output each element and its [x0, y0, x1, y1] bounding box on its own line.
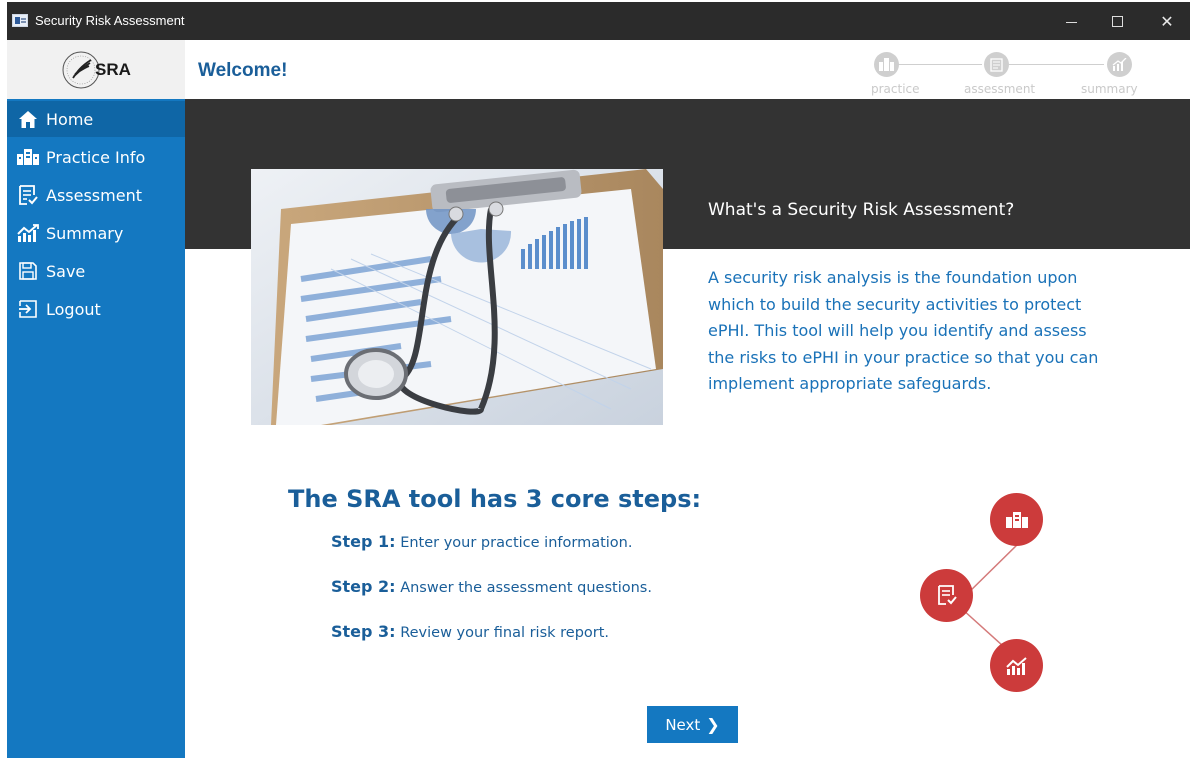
logout-icon: [17, 298, 39, 320]
sidebar-item-home[interactable]: Home: [7, 101, 185, 137]
window-title: Security Risk Assessment: [35, 13, 185, 28]
step-item: Step 2: Answer the assessment questions.: [331, 577, 652, 596]
step-number: Step 2:: [331, 577, 396, 596]
sidebar-item-label: Practice Info: [46, 147, 146, 167]
step-item: Step 1: Enter your practice information.: [331, 532, 632, 551]
progress-step-summary: [1107, 52, 1132, 77]
progress-connector: [897, 64, 982, 65]
sra-logo: SRA: [7, 40, 185, 99]
chart-icon: [1112, 58, 1127, 71]
next-button[interactable]: Next ❯: [647, 706, 738, 743]
sidebar-item-label: Logout: [46, 299, 101, 319]
page-title: Welcome!: [198, 60, 288, 81]
app-icon: [12, 14, 28, 27]
close-button[interactable]: ✕: [1144, 2, 1190, 40]
sidebar: Home Practice Info Assessment Summary Sa…: [7, 99, 185, 758]
step-text: Enter your practice information.: [400, 535, 633, 551]
step-number: Step 1:: [331, 532, 396, 551]
progress-step-assessment: [984, 52, 1009, 77]
sidebar-item-label: Save: [46, 261, 86, 281]
step-circle-summary: [990, 639, 1043, 692]
header: SRA Welcome! practice assessment summary: [7, 40, 1190, 99]
close-icon: ✕: [1160, 11, 1174, 31]
checklist-icon: [17, 184, 39, 206]
step-item: Step 3: Review your final risk report.: [331, 622, 609, 641]
chevron-right-icon: ❯: [706, 715, 720, 734]
sidebar-item-label: Home: [46, 109, 94, 129]
title-bar: Security Risk Assessment ✕: [7, 2, 1190, 40]
sidebar-item-summary[interactable]: Summary: [7, 215, 185, 251]
step-circle-assessment: [920, 569, 973, 622]
progress-label-summary: summary: [1081, 82, 1138, 96]
maximize-icon: [1111, 15, 1123, 27]
checklist-icon: [937, 585, 957, 605]
progress-tracker: practice assessment summary: [857, 48, 1157, 98]
sidebar-item-save[interactable]: Save: [7, 253, 185, 289]
app-window: Security Risk Assessment ✕ SRA Welcome!: [7, 2, 1190, 758]
steps-title: The SRA tool has 3 core steps:: [288, 485, 702, 513]
step-text: Answer the assessment questions.: [400, 580, 652, 596]
step-number: Step 3:: [331, 622, 396, 641]
checklist-icon: [990, 57, 1003, 72]
sidebar-item-logout[interactable]: Logout: [7, 291, 185, 327]
intro-body: A security risk analysis is the foundati…: [708, 268, 1099, 393]
chart-icon: [17, 222, 39, 244]
progress-step-practice: [874, 52, 899, 77]
building-icon: [1005, 511, 1028, 528]
logo-text: SRA: [95, 59, 131, 79]
step-text: Review your final risk report.: [400, 625, 610, 641]
sidebar-item-assessment[interactable]: Assessment: [7, 177, 185, 213]
next-label: Next: [665, 715, 701, 734]
building-icon: [17, 146, 39, 168]
home-icon: [17, 108, 39, 130]
intro-title: What's a Security Risk Assessment?: [708, 200, 1015, 220]
building-icon: [879, 58, 894, 71]
maximize-button[interactable]: [1094, 2, 1140, 40]
step-circle-practice: [990, 493, 1043, 546]
save-icon: [17, 260, 39, 282]
progress-connector: [1009, 64, 1104, 65]
sidebar-item-label: Assessment: [46, 185, 142, 205]
sidebar-item-practice-info[interactable]: Practice Info: [7, 139, 185, 175]
progress-label-assessment: assessment: [964, 82, 1036, 96]
main-content: What's a Security Risk Assessment? A sec…: [185, 99, 1190, 758]
progress-label-practice: practice: [871, 82, 920, 96]
steps-diagram: [905, 489, 1055, 699]
sidebar-item-label: Summary: [46, 223, 124, 243]
chart-icon: [1005, 656, 1027, 675]
stethoscope-photo: [251, 169, 663, 425]
minimize-icon: [1065, 21, 1077, 23]
minimize-button[interactable]: [1048, 2, 1094, 40]
